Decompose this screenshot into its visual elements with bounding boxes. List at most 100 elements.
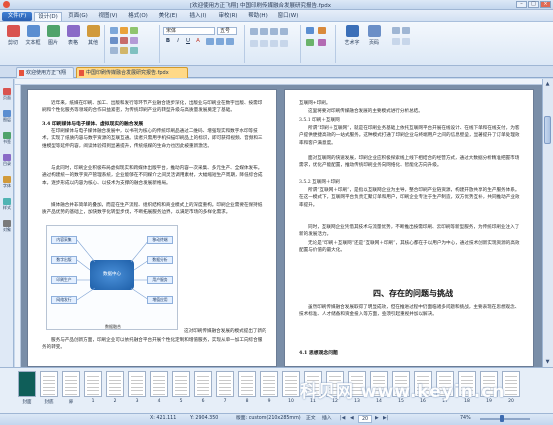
thumbnail-text-line — [263, 390, 275, 391]
left-panel-label: 书签 — [3, 139, 11, 144]
page-thumbnail[interactable] — [260, 371, 278, 397]
menu-tab[interactable]: 帮助(H) — [244, 12, 272, 21]
page-left[interactable]: 近年来，纸媒在印刷、加工、出版和发行等环节产业融合逐步深化，出版业与印刷业在数字… — [27, 89, 277, 367]
menu-tab[interactable]: 窗口(W) — [274, 12, 302, 21]
thumbnail-text-line — [43, 376, 55, 377]
underline-button[interactable]: U — [184, 38, 192, 45]
menu-tab[interactable]: 页面(G) — [64, 12, 92, 21]
thumbnail-text-line — [197, 379, 209, 381]
file-menu-button[interactable]: 文件(F) — [2, 12, 32, 21]
left-panel-item[interactable]: 目录 — [2, 154, 12, 167]
thumbnail-text-line — [219, 376, 231, 377]
left-panel-item[interactable]: 页面 — [2, 88, 12, 101]
page-right[interactable]: 互联网+印刷。 这里将要对印刷传媒融合发展的主要模式进行分析总结。 3.5.1 … — [284, 89, 534, 367]
tab-welcome[interactable]: 欢迎使用方正飞翔 — [16, 67, 74, 78]
tab-label: 欢迎使用方正飞翔 — [26, 70, 67, 76]
page-thumbnail[interactable] — [106, 371, 124, 397]
menu-tab[interactable]: 视图(V) — [94, 12, 122, 21]
page-thumbnail[interactable] — [282, 371, 300, 397]
brush-icon[interactable] — [130, 37, 138, 44]
font-color-button[interactable]: A — [194, 38, 202, 45]
menu-tab[interactable]: 设计(D) — [34, 12, 62, 21]
page-thumbnail[interactable] — [150, 371, 168, 397]
stroke-icon[interactable] — [306, 39, 314, 46]
group-icon[interactable] — [120, 47, 128, 54]
left-panel-item[interactable]: 字体 — [2, 176, 12, 189]
shape-icon[interactable] — [402, 27, 410, 34]
table-insert-icon[interactable] — [392, 27, 400, 34]
paste-icon[interactable] — [120, 27, 128, 34]
align-icon[interactable] — [110, 47, 118, 54]
menu-tab[interactable]: 审校(R) — [214, 12, 242, 21]
close-button[interactable]: × — [540, 1, 551, 8]
color-fill-icon[interactable] — [318, 27, 326, 34]
font-name-select[interactable]: 宋体 — [163, 27, 215, 35]
font-size-select[interactable]: 五号 — [217, 27, 237, 35]
zoom-slider[interactable] — [480, 418, 530, 420]
last-page-icon[interactable]: ▶| — [383, 415, 388, 423]
page-thumbnail[interactable] — [194, 371, 212, 397]
page-number-input[interactable]: 20 — [358, 415, 372, 423]
left-panel-item[interactable]: 对象 — [2, 220, 12, 233]
paragraph-icon[interactable] — [280, 28, 288, 35]
menu-tab[interactable]: 格式(O) — [124, 12, 152, 21]
style-icon[interactable] — [306, 27, 314, 34]
numbering-icon[interactable] — [260, 40, 268, 47]
line-spacing-icon[interactable] — [270, 28, 278, 35]
ribbon-button[interactable]: 页码 — [364, 25, 384, 46]
left-panel-item[interactable]: 图层 — [2, 110, 12, 123]
align-left-icon[interactable] — [206, 38, 214, 45]
menu-tab[interactable]: 插入(I) — [184, 12, 212, 21]
left-panel-item[interactable]: 样式 — [2, 198, 12, 211]
align-right-icon[interactable] — [226, 38, 234, 45]
tab-stops-icon[interactable] — [280, 40, 288, 47]
menu-tab[interactable]: 美化(E) — [154, 12, 182, 21]
next-page-icon[interactable]: ▶ — [375, 415, 379, 423]
page-thumbnail[interactable] — [172, 371, 190, 397]
ribbon-separator — [300, 25, 301, 63]
image-frame-icon[interactable] — [392, 38, 400, 45]
scroll-up-arrow-icon[interactable]: ▲ — [543, 80, 552, 88]
tab-report[interactable]: 中国印刷传媒融合发展研究报告.fpdx — [76, 67, 188, 78]
ribbon-button[interactable]: 其他 — [84, 25, 102, 46]
page-thumbnail[interactable] — [216, 371, 234, 397]
effects-icon[interactable] — [318, 39, 326, 46]
fusion-diagram[interactable]: 数据中心 数据融合 内容采集 数字出版 印刷生产 网络发行 移动终端 数据分析 … — [46, 225, 178, 330]
scroll-down-arrow-icon[interactable]: ▼ — [543, 358, 552, 366]
link-icon[interactable] — [402, 38, 410, 45]
page-thumbnail[interactable] — [128, 371, 146, 397]
thumbnail-text-line — [263, 386, 275, 388]
italic-button[interactable]: I — [174, 38, 182, 45]
page-thumbnail[interactable] — [40, 371, 58, 397]
undo-icon[interactable] — [110, 37, 118, 44]
indent-icon[interactable] — [250, 28, 258, 35]
section-heading-4-1: 4.1 思想观念问题 — [299, 350, 338, 356]
select-icon[interactable] — [130, 27, 138, 34]
page-thumbnail[interactable] — [18, 371, 36, 397]
copy-icon[interactable] — [110, 27, 118, 34]
page-thumbnail[interactable] — [238, 371, 256, 397]
app-logo-icon — [3, 1, 10, 8]
bullets-icon[interactable] — [250, 40, 258, 47]
thumbnail-text-line — [285, 390, 297, 391]
body-paragraph: 与此同时，印刷企业积极布局虚拟现实和跨媒体出版平台，推动内容一次采集、多元生产、… — [42, 166, 263, 186]
document-workspace[interactable]: 近年来，纸媒在印刷、加工、出版和发行等环节产业融合逐步深化，出版业与印刷业在数字… — [21, 85, 542, 367]
page-thumbnail[interactable] — [84, 371, 102, 397]
body-paragraph: 这对印刷传媒融合发展的模式提出了新的要求，需要产业链上下游协同推进。 — [184, 329, 266, 334]
outdent-icon[interactable] — [260, 28, 268, 35]
bold-button[interactable]: B — [164, 38, 172, 45]
maximize-button[interactable]: □ — [528, 1, 539, 8]
first-page-icon[interactable]: |◀ — [340, 415, 345, 423]
scrollbar-thumb[interactable] — [544, 116, 551, 144]
columns-icon[interactable] — [270, 40, 278, 47]
page-thumbnail-label: 封底 — [44, 400, 54, 405]
lock-icon[interactable] — [130, 47, 138, 54]
page-thumbnail[interactable] — [62, 371, 80, 397]
window-title: [欢迎使用方正飞翔] 中国印刷传媒融合发展研究报告.fpdx — [190, 3, 331, 9]
redo-icon[interactable] — [120, 37, 128, 44]
prev-page-icon[interactable]: ◀ — [350, 415, 354, 423]
left-panel-item[interactable]: 书签 — [2, 132, 12, 145]
minimize-button[interactable]: – — [516, 1, 527, 8]
align-center-icon[interactable] — [216, 38, 224, 45]
zoom-slider-knob[interactable] — [500, 415, 504, 422]
